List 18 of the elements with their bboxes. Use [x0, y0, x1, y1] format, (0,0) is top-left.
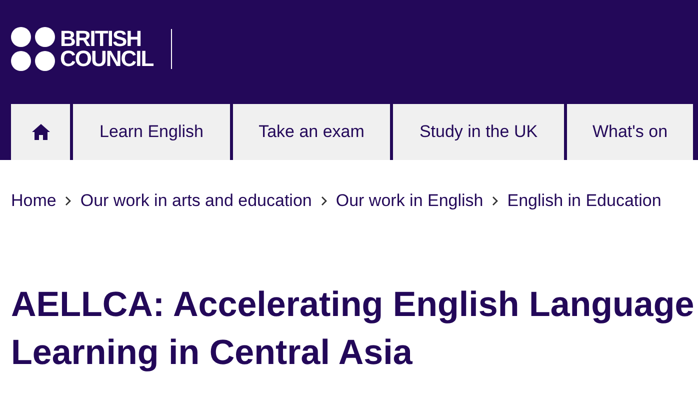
home-icon [32, 124, 50, 140]
home-tab[interactable] [11, 104, 70, 160]
page-heading: AELLCA: Accelerating English Language Learning in Central Asia [11, 284, 696, 374]
nav-tab[interactable]: What's on [567, 104, 693, 160]
four-circles-icon [11, 27, 55, 71]
chevron-right-icon [65, 196, 72, 206]
logo-wordmark: BRITISH [60, 29, 141, 49]
breadcrumb-link[interactable]: English in Education [507, 191, 662, 211]
british-council-logo[interactable]: BRITISH COUNCIL [11, 27, 154, 71]
breadcrumb-link[interactable]: Our work in arts and education [80, 191, 312, 211]
nav-tab[interactable]: Learn English [73, 104, 230, 160]
chevron-right-icon [320, 196, 327, 206]
nav-tab[interactable]: Take an exam [233, 104, 390, 160]
nav-tab[interactable]: Study in the UK [393, 104, 564, 160]
breadcrumb-link[interactable]: Our work in English [336, 191, 484, 211]
breadcrumb-link[interactable]: Home [11, 191, 56, 211]
logo-wordmark: COUNCIL [60, 49, 154, 69]
chevron-right-icon [492, 196, 498, 206]
